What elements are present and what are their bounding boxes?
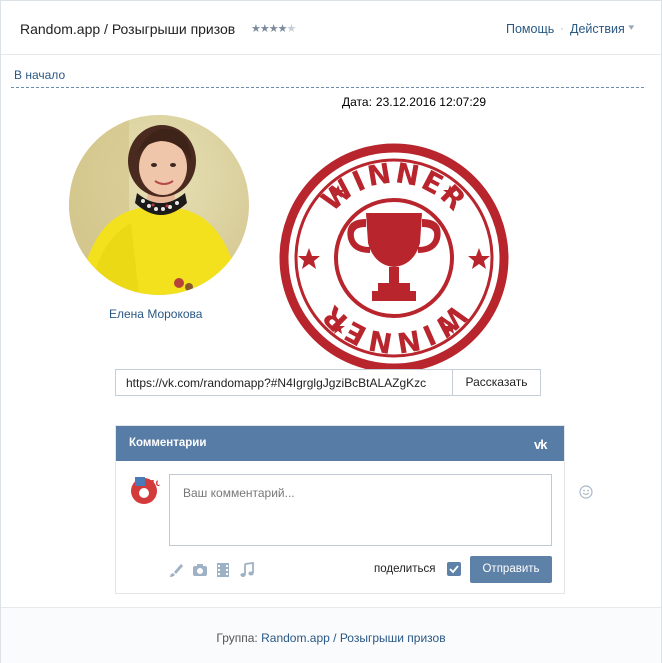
footer-prefix: Группа:	[216, 631, 258, 645]
share-url-field[interactable]: https://vk.com/randomapp?#N4IgrglgJgziBc…	[115, 369, 453, 396]
draw-date-label: Дата:	[342, 95, 372, 109]
back-to-start-link[interactable]: В начало	[14, 68, 65, 82]
chevron-down-icon[interactable]: ▾	[628, 22, 634, 33]
comment-placeholder: Ваш комментарий...	[183, 486, 295, 500]
actions-menu[interactable]: Действия	[570, 22, 625, 36]
star-icon: ★	[268, 23, 279, 35]
comments-widget: Комментарии vk 10 Ваш комментарий... под…	[115, 425, 593, 594]
share-checkbox[interactable]	[447, 562, 461, 576]
attach-toolbar	[168, 561, 258, 578]
current-user-avatar: 10	[128, 473, 160, 505]
rating-stars: ★★★★★	[251, 22, 297, 35]
separator-dot: ·	[560, 21, 564, 35]
star-icon: ★	[277, 23, 288, 35]
draw-date: Дата: 23.12.2016 12:07:29	[342, 95, 486, 109]
svg-text:10: 10	[150, 479, 160, 488]
winner-name-link[interactable]: Елена Морокова	[109, 307, 202, 321]
camera-icon[interactable]	[192, 562, 208, 578]
winner-stamp-image: WINNER WINNER	[274, 143, 514, 373]
send-comment-button[interactable]: Отправить	[470, 556, 552, 583]
brush-icon[interactable]	[168, 562, 184, 578]
comments-header: Комментарии vk	[116, 426, 564, 461]
dotted-divider	[11, 87, 644, 88]
share-button[interactable]: Рассказать	[452, 369, 541, 396]
winner-avatar[interactable]	[69, 115, 249, 295]
star-icon: ★	[251, 23, 261, 35]
vk-logo-icon[interactable]: vk	[534, 437, 548, 452]
footer-group-link[interactable]: Random.app / Розыгрыши призов	[261, 631, 446, 645]
app-title: Random.app / Розыгрыши призов	[20, 21, 236, 37]
draw-date-value: 23.12.2016 12:07:29	[375, 95, 487, 109]
comments-title: Комментарии	[129, 437, 207, 449]
share-to-wall-label: поделиться	[374, 563, 436, 575]
header-bar: Random.app / Розыгрыши призов ★★★★★ Помо…	[1, 1, 661, 55]
smile-icon[interactable]	[579, 485, 593, 499]
star-icon: ★	[286, 23, 297, 35]
footer: Группа: Random.app / Розыгрыши призов	[1, 607, 661, 663]
star-icon: ★	[259, 23, 270, 35]
comment-input[interactable]: Ваш комментарий...	[169, 474, 593, 546]
app-panel: Random.app / Розыгрыши призов ★★★★★ Помо…	[0, 0, 662, 663]
footer-text: Группа: Random.app / Розыгрыши призов	[1, 631, 661, 645]
music-icon[interactable]	[239, 561, 255, 578]
help-link[interactable]: Помощь	[506, 22, 554, 36]
video-icon[interactable]	[215, 562, 231, 578]
